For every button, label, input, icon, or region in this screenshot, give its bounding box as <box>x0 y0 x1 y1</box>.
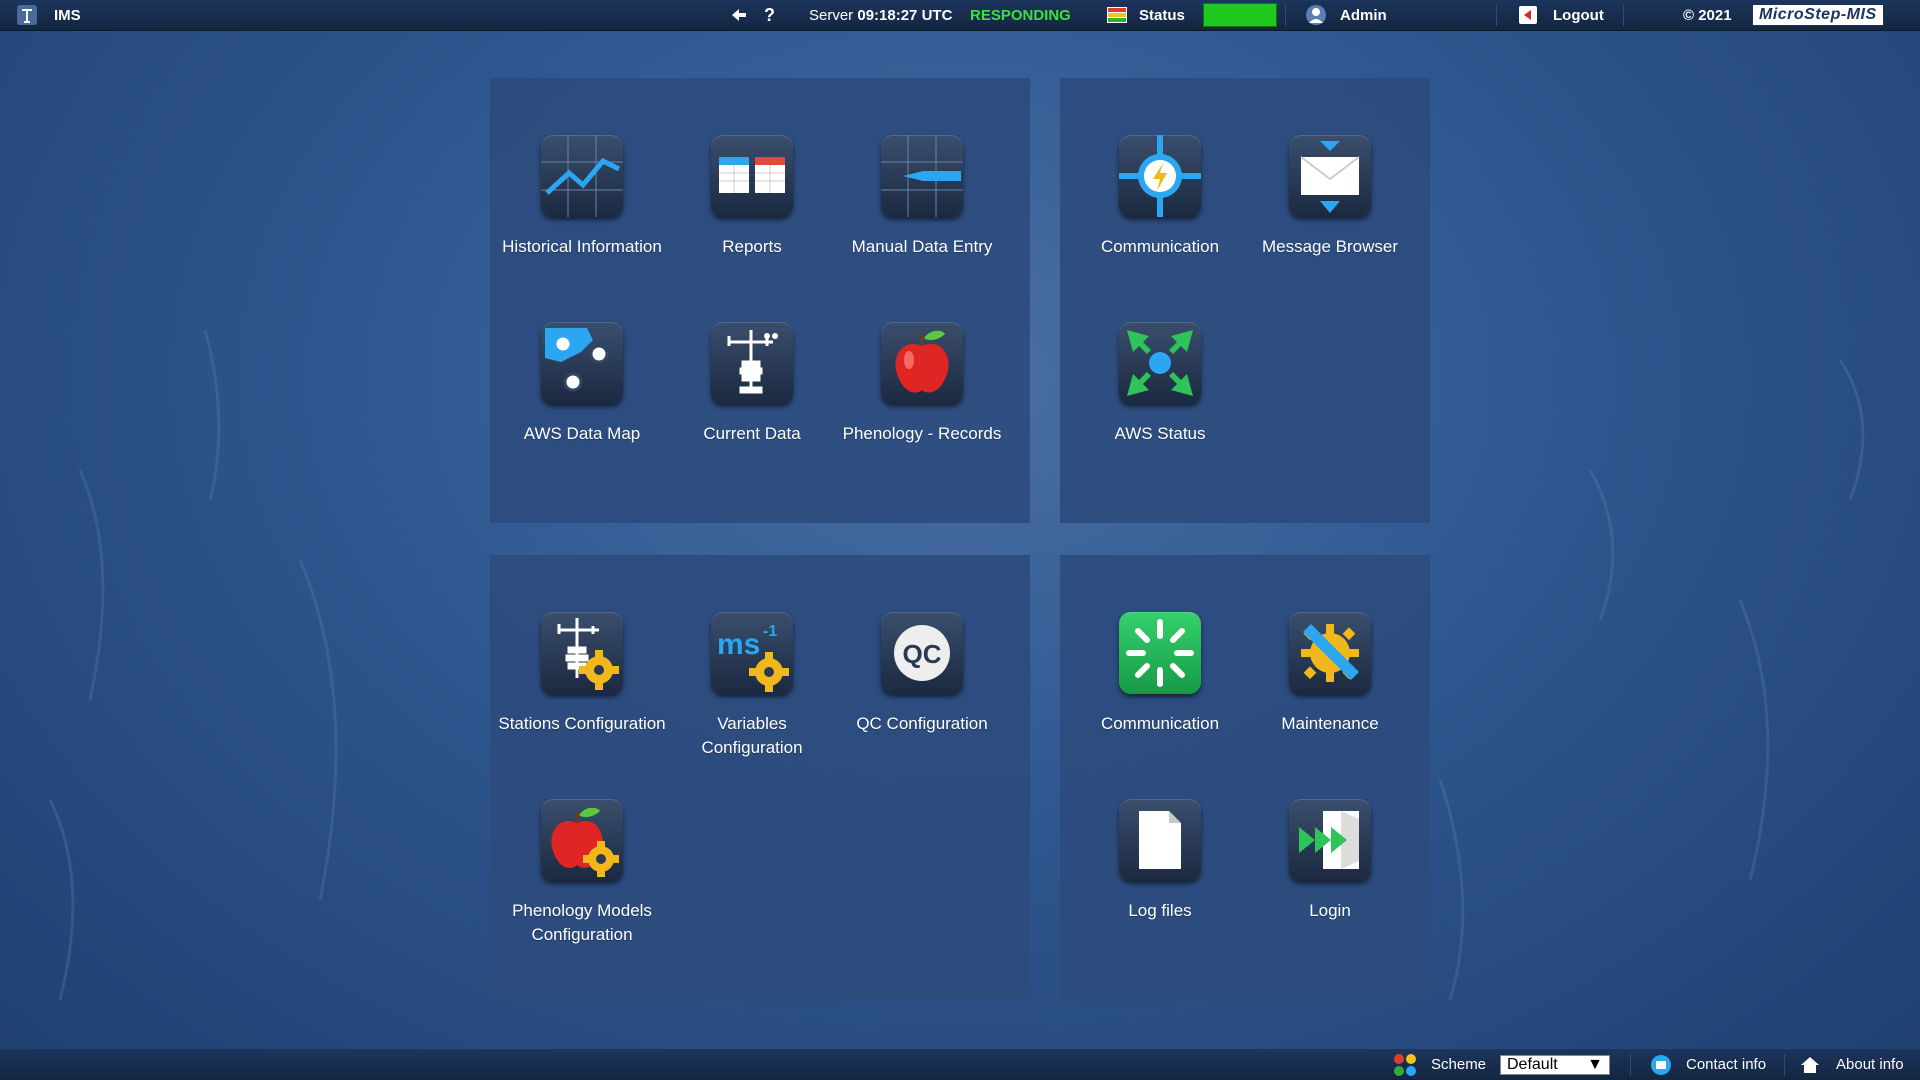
scheme-label: Scheme <box>1431 1056 1487 1073</box>
station-logo-icon <box>16 0 38 30</box>
map-icon <box>541 322 623 404</box>
tile-aws-data-map[interactable]: AWS Data Map <box>497 322 667 446</box>
user-name[interactable]: Admin <box>1340 0 1387 30</box>
tile-manual-data-entry[interactable]: Manual Data Entry <box>837 135 1007 259</box>
about-info-link[interactable]: About info <box>1836 1049 1904 1080</box>
tile-label: Phenology Models Configuration <box>512 901 652 944</box>
loading-burst-icon <box>1119 612 1201 694</box>
panel-data: Historical Information Reports Manual Da… <box>490 78 1030 523</box>
app-name: IMS <box>54 6 81 24</box>
tile-stations-configuration[interactable]: Stations Configuration <box>497 612 667 736</box>
ms-gear-icon: ms -1 <box>711 612 793 694</box>
document-icon <box>1119 799 1201 881</box>
tile-aws-status[interactable]: AWS Status <box>1075 322 1245 446</box>
tile-label: Reports <box>722 237 782 256</box>
tile-label: Communication <box>1100 714 1220 733</box>
panel-comm: Communication Message Browser AWS Status <box>1060 78 1430 523</box>
table-icon <box>711 135 793 217</box>
server-label: Server <box>809 6 854 24</box>
status-flag-icon <box>1106 0 1128 30</box>
brand-text: MicroStep-MIS <box>1752 4 1884 26</box>
svg-text:-1: -1 <box>763 623 777 640</box>
help-icon[interactable]: ? <box>764 0 775 30</box>
tile-label: Phenology - Records <box>842 424 1002 443</box>
svg-text:QC: QC <box>903 639 942 669</box>
apple-icon <box>881 322 963 404</box>
envelope-icon <box>1289 135 1371 217</box>
tile-message-browser[interactable]: Message Browser <box>1245 135 1415 259</box>
tile-label: QC Configuration <box>856 714 988 733</box>
palette-icon <box>1392 1049 1418 1080</box>
user-icon <box>1305 0 1327 30</box>
tile-label: Historical Information <box>502 237 662 256</box>
tile-label: AWS Data Map <box>523 424 641 443</box>
tile-variables-configuration[interactable]: ms -1 Variables Configuration <box>667 612 837 760</box>
forward-door-icon <box>1289 799 1371 881</box>
bottom-bar: Scheme Default ▼ Contact info About info <box>0 1049 1920 1080</box>
server-info: Server 09:18:27 UTC <box>809 0 952 30</box>
svg-text:ms: ms <box>717 628 760 661</box>
qc-icon: QC <box>881 612 963 694</box>
home-icon[interactable] <box>1800 1049 1820 1080</box>
tile-label: Log files <box>1128 901 1192 920</box>
back-icon[interactable] <box>730 0 748 30</box>
contact-icon[interactable] <box>1650 1049 1672 1080</box>
pen-chart-icon <box>881 135 963 217</box>
status-label[interactable]: Status <box>1139 0 1185 30</box>
tile-log-files[interactable]: Log files <box>1075 799 1245 923</box>
tile-historical-information[interactable]: Historical Information <box>497 135 667 259</box>
server-state: RESPONDING <box>970 6 1071 24</box>
tile-qc-configuration[interactable]: QC QC Configuration <box>837 612 1007 736</box>
scheme-value: Default <box>1507 1055 1558 1073</box>
tile-phenology-models-configuration[interactable]: Phenology Models Configuration <box>497 799 667 947</box>
station-gear-icon <box>541 612 623 694</box>
logout-icon[interactable] <box>1517 0 1539 30</box>
chart-line-icon <box>541 135 623 217</box>
top-bar: IMS ? Server 09:18:27 UTC RESPONDING Sta… <box>0 0 1920 31</box>
weather-station-icon <box>711 322 793 404</box>
tile-current-data[interactable]: Current Data <box>667 322 837 446</box>
tile-label: Message Browser <box>1261 237 1399 256</box>
tile-phenology-records[interactable]: Phenology - Records <box>837 322 1007 446</box>
copyright: © 2021 <box>1683 6 1732 24</box>
contact-info-link[interactable]: Contact info <box>1686 1049 1766 1080</box>
logout-button[interactable]: Logout <box>1553 0 1604 30</box>
brand-logo: MicroStep-MIS <box>1752 0 1884 30</box>
status-indicator <box>1203 0 1277 30</box>
tile-label: Current Data <box>703 424 801 443</box>
wrench-gear-icon <box>1289 612 1371 694</box>
tile-label: AWS Status <box>1114 424 1206 443</box>
tile-label: Manual Data Entry <box>851 237 993 256</box>
chevron-down-icon: ▼ <box>1587 1055 1603 1073</box>
tile-login[interactable]: Login <box>1245 799 1415 923</box>
tile-label: Login <box>1309 901 1351 920</box>
lightning-target-icon <box>1119 135 1201 217</box>
apple-gear-icon <box>541 799 623 881</box>
panel-config: Stations Configuration ms -1 Variables Co… <box>490 555 1030 1002</box>
tile-communication-system[interactable]: Communication <box>1075 612 1245 736</box>
arrows-inward-icon <box>1119 322 1201 404</box>
server-time: 09:18:27 UTC <box>857 6 953 24</box>
tile-label: Stations Configuration <box>498 714 666 733</box>
scheme-select[interactable]: Default ▼ <box>1500 1049 1610 1080</box>
tile-maintenance[interactable]: Maintenance <box>1245 612 1415 736</box>
tile-label: Communication <box>1100 237 1220 256</box>
tile-label: Maintenance <box>1281 714 1379 733</box>
tile-communication[interactable]: Communication <box>1075 135 1245 259</box>
status-bar <box>1203 3 1277 27</box>
tile-label: Variables Configuration <box>701 714 803 757</box>
tile-reports[interactable]: Reports <box>667 135 837 259</box>
panel-system: Communication Maintenance Log files Logi… <box>1060 555 1430 1002</box>
